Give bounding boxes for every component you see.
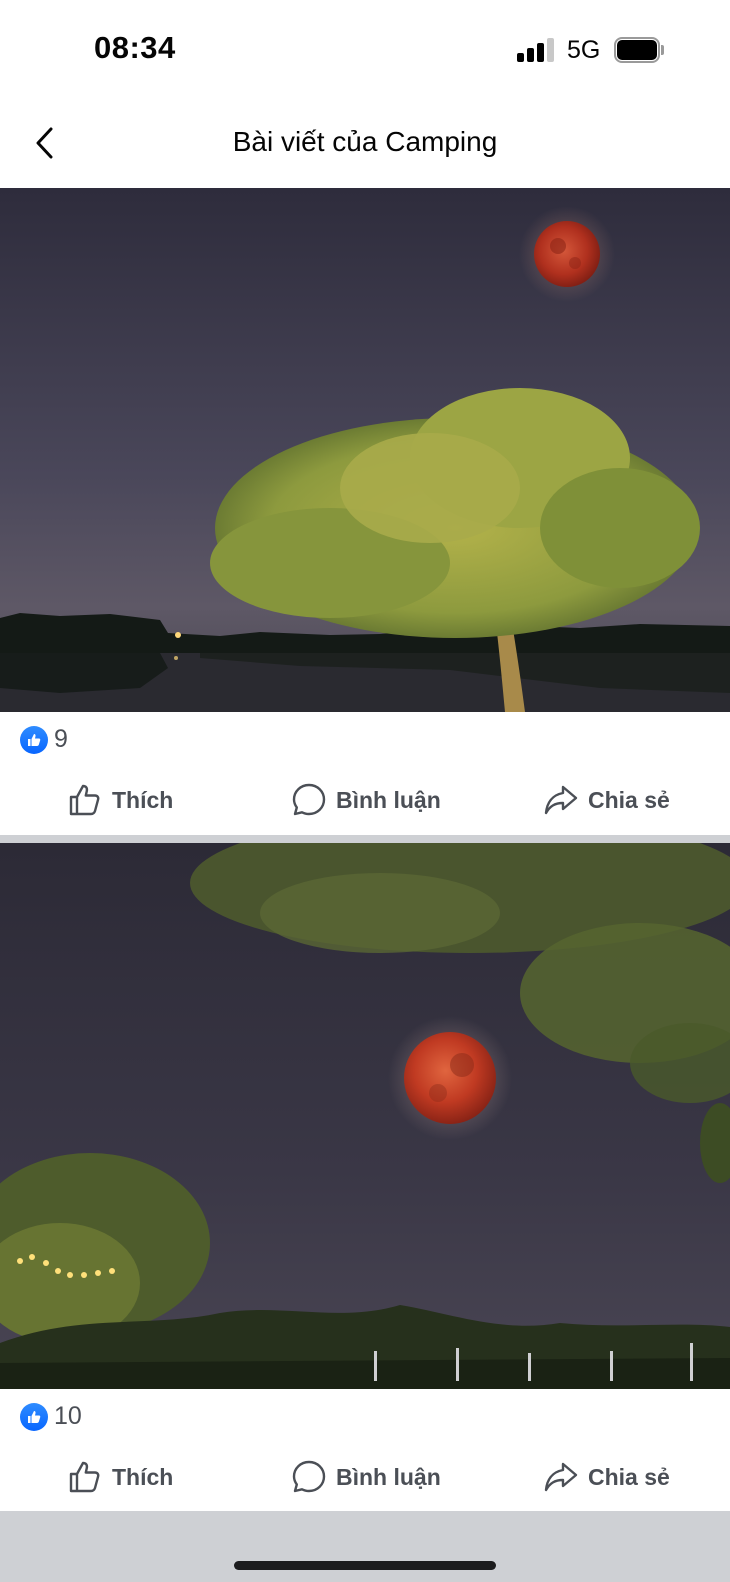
share-arrow-icon	[544, 1462, 578, 1492]
like-button[interactable]: Thích	[67, 1455, 173, 1499]
thumbs-up-icon	[20, 1403, 48, 1431]
comment-button[interactable]: Bình luận	[291, 1455, 441, 1499]
post-photo-2[interactable]	[0, 843, 730, 1389]
post-separator	[0, 835, 730, 843]
reaction-summary[interactable]: 9	[0, 712, 730, 768]
thumbs-up-outline-icon	[69, 784, 100, 816]
share-button[interactable]: Chia sẻ	[543, 778, 670, 822]
comment-bubble-icon	[292, 1460, 326, 1493]
status-bar: 08:34 5G	[0, 0, 730, 100]
status-time: 08:34	[94, 30, 176, 65]
thumbs-up-outline-icon	[69, 1461, 100, 1493]
battery-icon	[614, 37, 664, 63]
page-header: Bài viết của Camping	[0, 100, 730, 188]
comment-label: Bình luận	[336, 1463, 441, 1490]
share-label: Chia sẻ	[588, 1463, 670, 1490]
page-title: Bài viết của Camping	[232, 126, 498, 157]
reaction-count: 10	[54, 1402, 82, 1430]
share-label: Chia sẻ	[588, 786, 670, 813]
post-photo-1[interactable]	[0, 188, 730, 712]
network-type: 5G	[567, 36, 601, 64]
share-button[interactable]: Chia sẻ	[543, 1455, 670, 1499]
bottom-safe-area	[0, 1511, 730, 1582]
reaction-summary[interactable]: 10	[0, 1389, 730, 1445]
like-button[interactable]: Thích	[67, 778, 173, 822]
comment-bubble-icon	[292, 783, 326, 816]
comment-label: Bình luận	[336, 786, 441, 813]
cellular-signal-icon	[517, 38, 555, 62]
thumbs-up-icon	[20, 726, 48, 754]
reaction-count: 9	[54, 725, 68, 753]
like-label: Thích	[112, 1463, 174, 1490]
post-action-bar: Thích Bình luận Chia sẻ	[0, 1447, 730, 1507]
home-indicator[interactable]	[234, 1561, 496, 1570]
share-arrow-icon	[544, 785, 578, 815]
comment-button[interactable]: Bình luận	[291, 778, 441, 822]
post-action-bar: Thích Bình luận Chia sẻ	[0, 770, 730, 830]
like-label: Thích	[112, 786, 174, 813]
